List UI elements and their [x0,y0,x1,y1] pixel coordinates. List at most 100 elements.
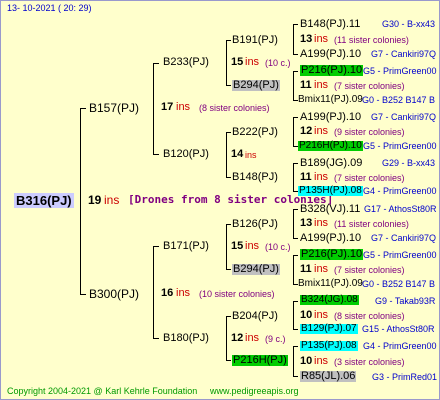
copyright-notice: Copyright 2004-2021 @ Karl Kehrle Founda… [7,386,198,396]
grandparent-queen[interactable]: B233(PJ) [163,57,209,68]
ins-label: ins [314,309,329,321]
breeder-reference: G4 - PrimGreen00 [363,186,437,196]
ins-count: 10 [300,309,313,321]
website-link[interactable]: www.pedigreeapis.org [210,387,299,396]
sister-colonies-note: (7 sister colonies) [334,265,405,275]
ins-label: ins [314,217,329,229]
ins-count: 12 [300,125,313,137]
gen4-queen[interactable]: A199(PJ).10 [300,49,361,60]
ancestor-queen[interactable]: B126(PJ) [232,219,278,230]
breeder-reference: G5 - PrimGreen00 [363,250,437,260]
sister-colonies-note: (3 sister colonies) [334,357,405,367]
gen4-queen[interactable]: P135(PJ).08 [300,341,358,351]
ins-label: ins [176,101,191,113]
gen4-queen[interactable]: B324(JG).08 [300,295,359,305]
connector-line [80,108,81,295]
root-ins-label: ins [104,193,120,207]
connector-line [293,255,298,256]
breeder-reference: G0 - B252 B147 B [362,95,436,105]
connector-line [153,63,154,155]
breeder-reference: G3 - PrimRed01 [372,372,438,382]
root-ins-count: 19 [88,193,102,207]
breeder-reference: G30 - B-xx43 [382,19,436,29]
connector-line [293,238,298,239]
ins-label: ins [314,171,329,183]
connector-line [226,316,227,361]
connector-line [293,24,294,55]
ancestor-queen[interactable]: B222(PJ) [232,127,278,138]
connector-line [153,246,159,247]
connector-line [153,154,159,155]
ins-label: ins [245,332,260,344]
connector-line [293,209,298,210]
breeder-reference: G17 - AthosSt80R [364,204,437,214]
breeder-reference: G7 - Cankiri97Q [371,112,437,122]
grandparent-queen[interactable]: B120(PJ) [163,149,209,160]
connector-line [293,54,298,55]
breeder-reference: G5 - PrimGreen00 [363,141,437,151]
gen4-queen[interactable]: A199(PJ).10 [300,112,361,123]
grandparent-queen[interactable]: B171(PJ) [163,241,209,252]
connector-line [293,117,294,147]
gen4-queen[interactable]: B148(PJ).11 [300,19,360,30]
connector-line [293,329,298,330]
connector-line [226,177,231,178]
gen4-queen[interactable]: B328(VJ).11 [300,204,360,215]
root-queen[interactable]: B316(PJ) [14,193,74,208]
gen4-queen[interactable]: P216H(PJ).10 [298,141,363,151]
ancestor-queen[interactable]: B148(PJ) [232,172,278,183]
connector-line [226,40,227,86]
sister-colonies-note: (10 sister colonies) [199,289,275,299]
sister-colonies-note: (7 sister colonies) [334,173,405,183]
grandparent-queen[interactable]: B180(PJ) [163,333,209,344]
ins-count: 11 [300,171,312,183]
connector-line [293,71,294,101]
connector-line [153,63,159,64]
gen4-queen[interactable]: B129(PJ).07 [300,324,358,334]
ins-count: 13 [300,217,313,229]
gen4-queen[interactable]: A199(PJ).10 [300,233,361,244]
colonies-note: (10 c.) [265,58,291,68]
gen4-queen[interactable]: P135H(PJ).08 [298,186,363,196]
connector-line [293,301,294,330]
parent-queen[interactable]: B300(PJ) [89,288,139,300]
parent-queen[interactable]: B157(PJ) [89,102,139,114]
sister-colonies-note: (8 sister colonies) [199,103,270,113]
breeder-reference: G15 - AthosSt80R [362,324,435,334]
sister-colonies-note: (11 sister colonies) [334,35,409,45]
connector-line [293,117,298,118]
ancestor-queen[interactable]: P216H(PJ) [232,355,288,366]
connector-line [226,269,231,270]
ancestor-queen[interactable]: B294(PJ) [232,264,280,275]
connector-line [226,85,231,86]
ins-label: ins [245,240,260,252]
connector-line [226,132,227,178]
ins-label: ins [314,263,329,275]
gen4-queen[interactable]: R85(JL).06 [300,371,357,382]
gen4-queen[interactable]: P216(PJ).10 [300,65,364,76]
breeder-reference: G7 - Cankiri97Q [371,233,437,243]
breeder-reference: G29 - B-xx43 [382,158,436,168]
ancestor-queen[interactable]: B294(PJ) [232,80,280,91]
ins-label: ins [245,150,257,160]
connector-line [226,40,231,41]
breeder-reference: G4 - PrimGreen00 [363,341,437,351]
sister-colonies-note: (8 sister colonies) [334,311,405,321]
gen4-queen[interactable]: P216(PJ).10 [300,249,364,260]
ins-label: ins [314,125,329,137]
ins-count: 13 [300,33,313,45]
connector-line [293,376,298,377]
ins-label: ins [314,355,329,367]
gen4-queen[interactable]: B189(JG).09 [300,158,362,169]
ins-count: 15 [231,240,244,252]
ins-count: 11 [300,79,312,91]
breeder-reference: G5 - PrimGreen00 [363,66,437,76]
connector-line [293,24,298,25]
ancestor-queen[interactable]: B191(PJ) [232,35,278,46]
ins-count: 16 [161,287,174,299]
gen4-queen[interactable]: Bmix11(PJ).09 [298,279,363,289]
connector-line [80,108,86,109]
gen4-queen[interactable]: Bmix11(PJ).09 [298,95,363,105]
ancestor-queen[interactable]: B204(PJ) [232,311,278,322]
ins-label: ins [176,287,191,299]
